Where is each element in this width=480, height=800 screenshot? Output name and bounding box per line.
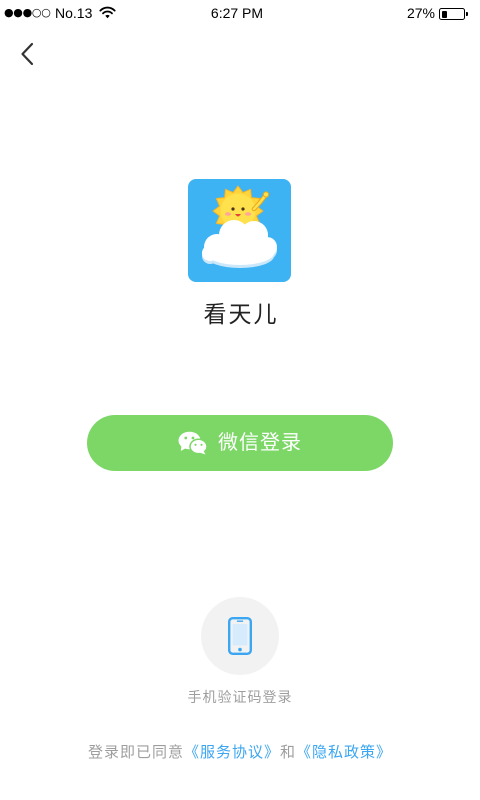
app-icon xyxy=(188,179,291,282)
wechat-login-button[interactable]: 微信登录 xyxy=(87,415,393,471)
app-name: 看天儿 xyxy=(203,301,279,327)
battery-level-fill xyxy=(441,10,448,18)
battery-percent: 27% xyxy=(406,5,435,21)
cloud-illustration xyxy=(202,220,277,268)
battery-icon xyxy=(439,8,468,20)
mobile-phone-icon xyxy=(228,617,252,655)
agreement-prefix: 登录即已同意 xyxy=(87,744,184,761)
phone-login-label[interactable]: 手机验证码登录 xyxy=(140,688,340,706)
terms-of-service-link[interactable]: 《服务协议》 xyxy=(184,744,280,761)
status-bar: ●●●○○ No.13 6:27 PM 27% xyxy=(0,0,480,28)
agreement-notice: 登录即已同意《服务协议》和《隐私政策》 xyxy=(0,743,480,763)
wechat-icon xyxy=(178,431,208,455)
phone-login-circle[interactable] xyxy=(201,597,279,675)
back-button[interactable] xyxy=(13,38,41,70)
status-time: 6:27 PM xyxy=(210,5,264,21)
wechat-login-label: 微信登录 xyxy=(218,432,302,454)
agreement-conjunction: 和 xyxy=(280,744,297,761)
sun-cloud-app-icon xyxy=(202,185,277,268)
privacy-policy-link[interactable]: 《隐私政策》 xyxy=(296,744,392,761)
chevron-left-icon xyxy=(21,42,34,66)
phone-login-button[interactable]: 手机验证码登录 xyxy=(140,597,340,707)
login-screen: ●●●○○ No.13 6:27 PM 27% 看天儿 微信登录 手机验证码登录… xyxy=(0,0,480,800)
